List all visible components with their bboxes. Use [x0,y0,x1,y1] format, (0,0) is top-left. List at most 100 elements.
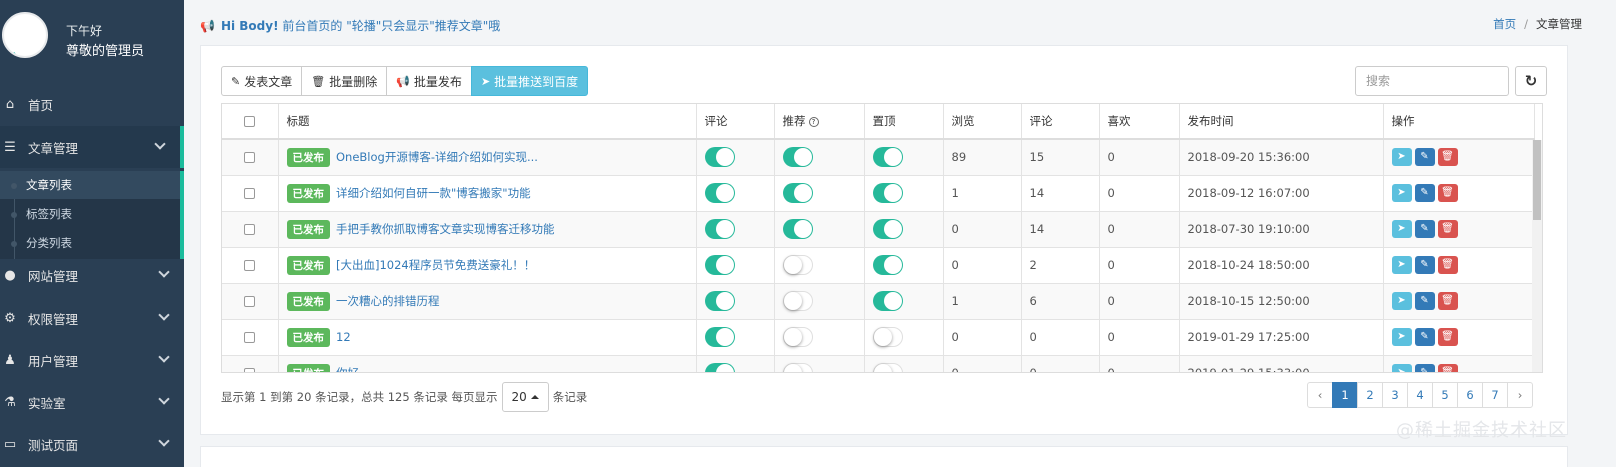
comment-toggle[interactable] [704,291,735,311]
page-6-button[interactable]: 6 [1457,382,1483,408]
edit-button[interactable]: ✎ [1414,328,1435,346]
page-1-button[interactable]: 1 [1332,382,1358,408]
top-toggle[interactable] [872,183,903,203]
top-toggle[interactable] [872,219,903,239]
recommend-toggle[interactable] [782,147,813,168]
row-checkbox[interactable] [244,224,256,235]
publish-article-button[interactable]: ✎ 发表文章 [221,66,303,96]
sub-article-list[interactable]: 文章列表 [0,171,180,199]
page-4-button[interactable]: 4 [1407,382,1433,408]
search-input[interactable]: 搜索 [1355,66,1509,96]
header-title[interactable]: 标题 [278,104,697,140]
page-3-button[interactable]: 3 [1382,382,1408,408]
delete-button[interactable]: 🗑 [1437,328,1458,346]
page-5-button[interactable]: 5 [1432,382,1458,408]
top-toggle[interactable] [872,291,903,311]
comment-toggle[interactable] [704,219,735,239]
page-size-dropdown[interactable]: 20 [501,382,549,412]
delete-button[interactable]: 🗑 [1437,220,1458,238]
push-button[interactable]: ➤ [1391,364,1412,372]
delete-button[interactable]: 🗑 [1437,148,1458,167]
comments-cell: 2 [1021,247,1100,284]
article-title-link[interactable]: OneBlog开源博客-详细介绍如何实现... [336,150,538,164]
top-toggle[interactable] [872,327,903,347]
scrollbar-thumb[interactable] [1533,140,1541,220]
recommend-toggle[interactable] [782,219,813,239]
avatar[interactable] [2,12,48,58]
delete-button[interactable]: 🗑 [1437,292,1458,310]
comment-toggle[interactable] [704,147,735,168]
push-button[interactable]: ➤ [1391,292,1412,310]
delete-button[interactable]: 🗑 [1437,256,1458,274]
push-button[interactable]: ➤ [1391,184,1412,202]
breadcrumb-home[interactable]: 首页 [1493,17,1516,31]
nav-lab[interactable]: ⚗ 实验室 [0,381,184,423]
recommend-toggle[interactable] [782,363,813,372]
row-checkbox[interactable] [244,152,256,164]
nav-article-management[interactable]: ☰ 文章管理 [0,126,184,168]
header-comments[interactable]: 评论 [1021,104,1100,140]
article-title-link[interactable]: [大出血]1024程序员节免费送豪礼！！ [336,258,535,272]
article-title-link[interactable]: 详细介绍如何自研一款"博客搬家"功能 [336,186,531,200]
recommend-toggle[interactable] [782,255,813,275]
article-title-link[interactable]: 你好 [336,366,359,373]
recommend-toggle[interactable] [782,183,813,203]
top-toggle[interactable] [872,147,903,168]
article-title-link[interactable]: 一次糟心的排错历程 [336,294,440,308]
header-recommend[interactable]: 推荐? [774,104,865,140]
delete-button[interactable]: 🗑 [1437,184,1458,202]
status-badge: 已发布 [286,255,330,275]
push-to-baidu-button[interactable]: ➤ 批量推送到百度 [470,66,589,96]
batch-publish-button[interactable]: 📢 批量发布 [386,66,472,96]
header-views[interactable]: 浏览 [943,104,1022,140]
comment-toggle[interactable] [704,327,735,347]
page-7-button[interactable]: 7 [1482,382,1508,408]
table-scrollbar[interactable] [1532,140,1542,372]
refresh-button[interactable]: ↻ [1515,66,1547,96]
nav-site-management[interactable]: ● 网站管理 [0,254,184,296]
comment-toggle[interactable] [704,255,735,275]
delete-button[interactable]: 🗑 [1437,364,1458,372]
nav-home[interactable]: ⌂ 首页 [0,83,184,125]
page-next-button[interactable]: › [1507,382,1533,408]
page-2-button[interactable]: 2 [1357,382,1383,408]
row-checkbox[interactable] [244,296,256,307]
recommend-toggle[interactable] [782,291,813,311]
nav-user-management[interactable]: ♟ 用户管理 [0,339,184,381]
edit-button[interactable]: ✎ [1414,292,1435,310]
edit-button[interactable]: ✎ [1414,184,1435,202]
header-likes[interactable]: 喜欢 [1099,104,1180,140]
table-row: 已发布 一次糟心的排错历程 1 6 0 2018-10-15 12:50:00 ➤ ✎ 🗑 [222,283,1535,320]
row-checkbox[interactable] [244,260,256,271]
row-checkbox[interactable] [244,188,256,199]
edit-button[interactable]: ✎ [1414,364,1435,372]
page-prev-button[interactable]: ‹ [1307,382,1333,408]
recommend-toggle[interactable] [782,327,813,347]
edit-button[interactable]: ✎ [1414,220,1435,238]
article-title-link[interactable]: 12 [336,330,351,344]
push-button[interactable]: ➤ [1391,148,1412,167]
comment-toggle[interactable] [704,363,735,372]
nav-permission-management[interactable]: ⚙ 权限管理 [0,297,184,339]
push-button[interactable]: ➤ [1391,328,1412,346]
row-checkbox[interactable] [244,332,256,343]
batch-delete-button[interactable]: 🗑 批量删除 [301,66,388,96]
views-cell: 89 [943,139,1022,176]
header-top[interactable]: 置顶 [864,104,944,140]
top-toggle[interactable] [872,255,903,275]
sub-tag-list[interactable]: 标签列表 [0,200,180,228]
select-all-checkbox[interactable] [244,116,256,127]
top-toggle[interactable] [872,363,903,372]
header-comment-toggle[interactable]: 评论 [696,104,775,140]
push-button[interactable]: ➤ [1391,220,1412,238]
comment-toggle[interactable] [704,183,735,203]
edit-button[interactable]: ✎ [1414,148,1435,167]
edit-button[interactable]: ✎ [1414,256,1435,274]
sub-category-list[interactable]: 分类列表 [0,229,180,257]
nav-test-page[interactable]: ▭ 测试页面 [0,423,184,465]
question-circle-icon[interactable]: ? [808,116,819,127]
article-title-link[interactable]: 手把手教你抓取博客文章实现博客迁移功能 [336,222,555,236]
push-button[interactable]: ➤ [1391,256,1412,274]
row-checkbox[interactable] [244,368,256,372]
header-publish-time[interactable]: 发布时间 [1179,104,1384,140]
